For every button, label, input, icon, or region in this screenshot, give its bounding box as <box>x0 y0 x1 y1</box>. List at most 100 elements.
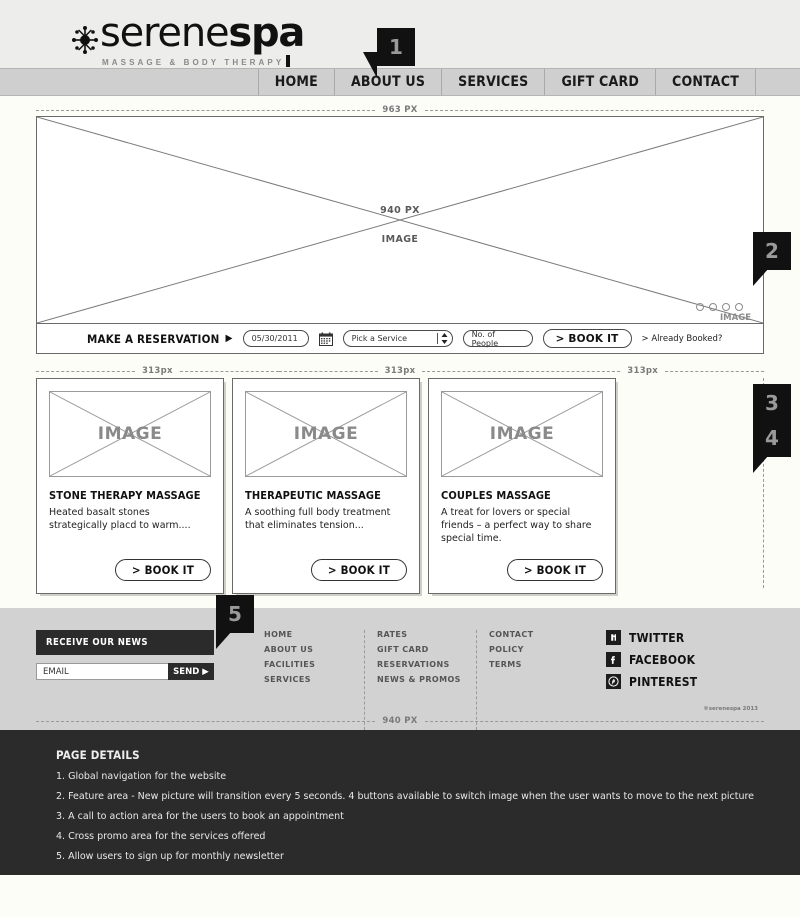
card-book-it-button[interactable]: > BOOK IT <box>506 559 603 581</box>
hero-corner-image-label: IMAGE <box>720 313 751 323</box>
carousel-dot-3[interactable] <box>722 303 730 311</box>
reservation-date-input[interactable]: 05/30/2011 <box>242 330 309 347</box>
card-measure-middle: 313px <box>384 366 416 376</box>
twitter-icon <box>606 630 621 645</box>
service-card[interactable]: IMAGE STONE THERAPY MASSAGE Heated basal… <box>36 378 224 594</box>
carousel-dot-2[interactable] <box>709 303 717 311</box>
social-link-pinterest[interactable]: PINTEREST <box>606 674 697 689</box>
card-book-it-button[interactable]: > BOOK IT <box>114 559 211 581</box>
already-booked-link[interactable]: > Already Booked? <box>642 334 723 344</box>
nav-item-services[interactable]: SERVICES <box>441 69 544 95</box>
hero-width-measure: 963 PX <box>36 104 765 116</box>
hero-width-label: 963 PX <box>382 105 418 115</box>
callout-badge-3: 3 <box>753 384 791 438</box>
hero-book-it-button[interactable]: > BOOK IT <box>542 329 632 348</box>
card-image-placeholder[interactable]: IMAGE <box>441 391 603 477</box>
footer-link-facilities[interactable]: FACILITIES <box>264 660 364 669</box>
page-details-item-5: 5. Allow users to sign up for monthly ne… <box>56 851 284 862</box>
hero-center-measure: 940 PX <box>380 205 420 216</box>
footer-link-rates[interactable]: RATES <box>377 630 476 639</box>
footer-link-about-us[interactable]: ABOUT US <box>264 645 364 654</box>
card-description: A treat for lovers or special friends – … <box>441 507 592 544</box>
card-title: COUPLES MASSAGE <box>441 489 551 502</box>
people-count-input[interactable]: No. of People <box>462 330 533 348</box>
footer-link-columns: HOME ABOUT US FACILITIES SERVICES RATES … <box>252 630 588 730</box>
page-details-section: PAGE DETAILS 1. Global navigation for th… <box>0 730 800 875</box>
callout-4-tail <box>753 455 769 473</box>
sun-burst-logo-icon <box>72 26 98 54</box>
page-details-item-3: 3. A call to action area for the users t… <box>56 811 344 822</box>
card-image-label: IMAGE <box>489 424 555 444</box>
calendar-icon[interactable] <box>318 332 333 346</box>
callout-2-number: 2 <box>765 239 779 263</box>
footer-link-home[interactable]: HOME <box>264 630 364 639</box>
service-card[interactable]: IMAGE COUPLES MASSAGE A treat for lovers… <box>428 378 616 594</box>
logo-word-bold: spa <box>228 10 305 56</box>
card-description: A soothing full body treatment that elim… <box>245 507 391 531</box>
nav-item-home[interactable]: HOME <box>257 69 334 95</box>
nav-item-gift-card[interactable]: GIFT CARD <box>544 69 655 95</box>
footer-link-terms[interactable]: TERMS <box>489 660 588 669</box>
newsletter-send-button[interactable]: SEND ▶ <box>168 663 214 680</box>
card-image-label: IMAGE <box>293 424 359 444</box>
service-select-stepper-icon[interactable] <box>436 332 448 345</box>
footer-link-gift-card[interactable]: GIFT CARD <box>377 645 476 654</box>
logo-tagline-bar <box>286 55 291 67</box>
card-title: THERAPEUTIC MASSAGE <box>245 489 381 502</box>
footer-link-policy[interactable]: POLICY <box>489 645 588 654</box>
carousel-dot-4[interactable] <box>735 303 743 311</box>
nav-item-about-us[interactable]: ABOUT US <box>333 69 441 95</box>
card-measure-left: 313px <box>141 366 173 376</box>
hero-image-placeholder[interactable]: 940 PX IMAGE <box>36 116 764 324</box>
copyright-text: ®serenespa 2013 <box>703 706 758 712</box>
newsletter-email-input[interactable]: EMAIL <box>36 663 168 680</box>
cards-width-measures: 313px 313px 313px <box>36 364 765 378</box>
up-down-arrows-icon <box>441 333 448 344</box>
cross-promo-area: 313px 313px 313px IMAGE STONE THERAPY MA… <box>0 364 800 594</box>
footer-link-reservations[interactable]: RESERVATIONS <box>377 660 476 669</box>
logo-word-light: serene <box>100 10 230 56</box>
service-card[interactable]: IMAGE THERAPEUTIC MASSAGE A soothing ful… <box>232 378 420 594</box>
service-select[interactable]: Pick a Service <box>342 330 453 347</box>
logo-wordmark: serenespa <box>100 13 305 53</box>
logo-tagline: MASSAGE & BODY THERAPY <box>102 55 304 67</box>
card-image-label: IMAGE <box>97 424 163 444</box>
site-header: serenespa MASSAGE & BODY THERAPY 1 <box>0 0 800 78</box>
social-links: TWITTER FACEBOOK PINTEREST <box>606 630 697 730</box>
reservation-title: MAKE A RESERVATION ▶ <box>87 331 233 346</box>
site-footer: 5 RECEIVE OUR NEWS EMAIL SEND ▶ HOME ABO… <box>0 595 800 730</box>
service-select-value: Pick a Service <box>351 334 408 343</box>
callout-1-number: 1 <box>389 35 403 59</box>
social-link-twitter[interactable]: TWITTER <box>606 630 697 645</box>
social-link-facebook[interactable]: FACEBOOK <box>606 652 697 667</box>
callout-5-tail <box>216 631 232 649</box>
newsletter-signup: RECEIVE OUR NEWS EMAIL SEND ▶ <box>36 630 214 730</box>
footer-width-measure: 940 PX <box>36 716 765 726</box>
footer-link-news-promos[interactable]: NEWS & PROMOS <box>377 675 476 684</box>
global-navigation[interactable]: HOME ABOUT US SERVICES GIFT CARD CONTACT <box>0 68 800 96</box>
card-description: Heated basalt stones strategically placd… <box>49 507 191 531</box>
nav-item-contact[interactable]: CONTACT <box>655 69 756 95</box>
callout-badge-4: 4 <box>753 419 791 473</box>
footer-column-3: CONTACT POLICY TERMS <box>476 630 588 730</box>
footer-link-services[interactable]: SERVICES <box>264 675 364 684</box>
callout-5-number: 5 <box>228 602 242 626</box>
card-measure-right: 313px <box>627 366 659 376</box>
card-image-placeholder[interactable]: IMAGE <box>245 391 407 477</box>
logo[interactable]: serenespa MASSAGE & BODY THERAPY <box>72 13 305 67</box>
callout-badge-5: 5 <box>216 595 254 649</box>
newsletter-heading: RECEIVE OUR NEWS <box>36 630 214 655</box>
callout-2-tail <box>753 268 769 286</box>
image-placeholder-cross <box>37 117 763 323</box>
card-image-placeholder[interactable]: IMAGE <box>49 391 211 477</box>
facebook-icon <box>606 652 621 667</box>
carousel-dots[interactable] <box>696 303 743 311</box>
callout-badge-2: 2 <box>753 232 791 286</box>
callout-3-number: 3 <box>765 391 779 415</box>
feature-area: 963 PX 940 PX IMAGE IMAGE MAKE A RESERVA… <box>0 104 800 438</box>
footer-column-1: HOME ABOUT US FACILITIES SERVICES <box>252 630 364 730</box>
card-book-it-button[interactable]: > BOOK IT <box>310 559 407 581</box>
footer-link-contact[interactable]: CONTACT <box>489 630 588 639</box>
page-details-item-2: 2. Feature area - New picture will trans… <box>56 791 755 802</box>
carousel-dot-1[interactable] <box>696 303 704 311</box>
